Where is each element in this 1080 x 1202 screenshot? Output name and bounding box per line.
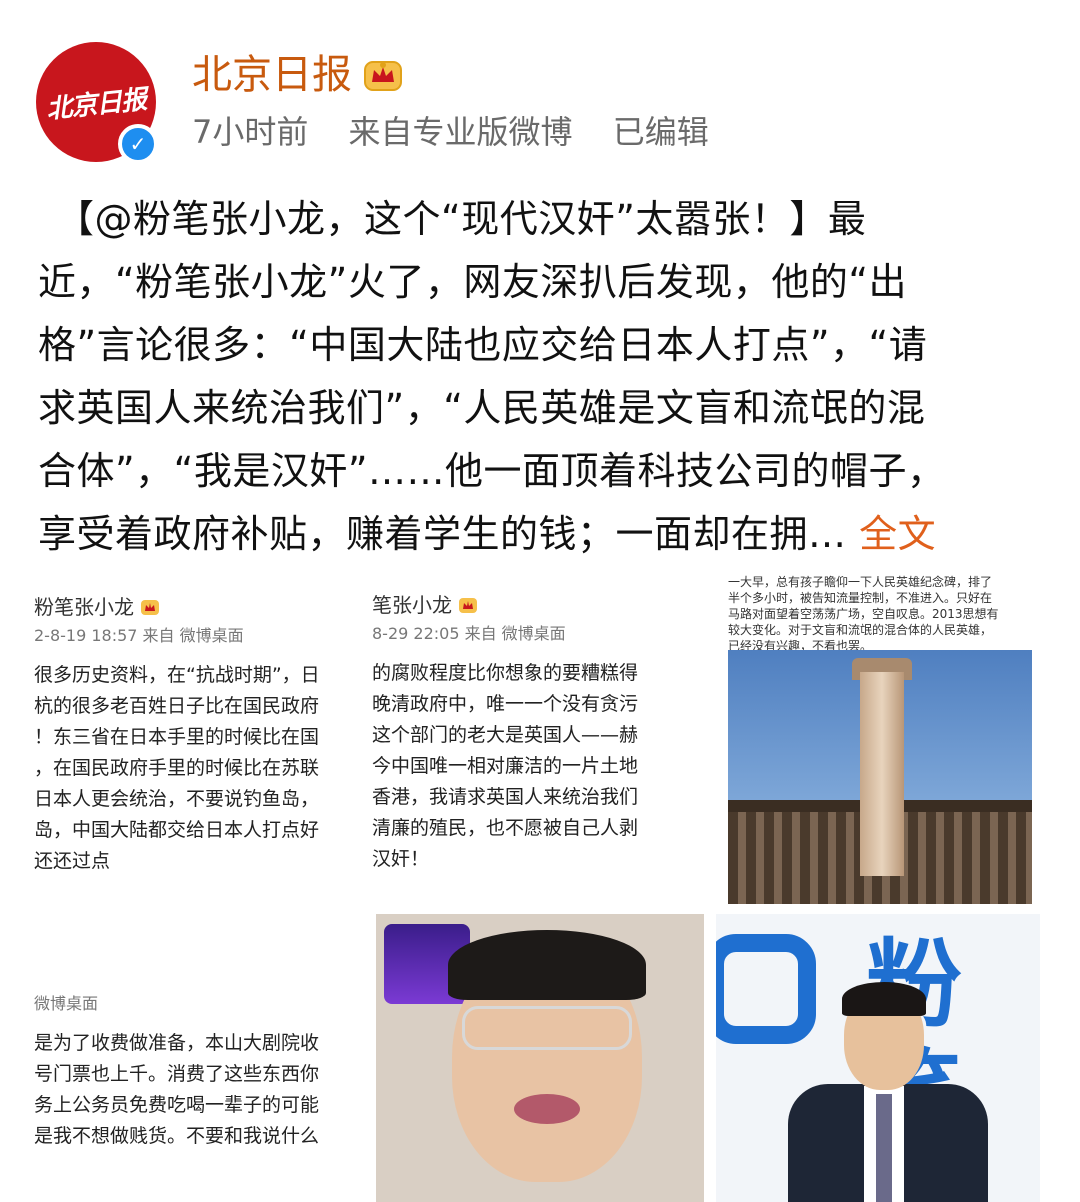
post-line: 合体”，“我是汉奸”……他一面顶着科技公司的帽子， xyxy=(38,449,946,493)
screenshot-meta: 8-29 22:05 来自 微博桌面 xyxy=(372,624,566,643)
screenshot-text: 香港，我请求英国人来统治我们 xyxy=(372,786,639,808)
screenshot-text: ！东三省在日本手里的时候比在国 xyxy=(34,726,320,748)
post-line: 享受着政府补贴，赚着学生的钱；一面却在拥… 全文 xyxy=(38,503,1042,566)
brand-logo-icon xyxy=(716,934,816,1044)
screenshot-text: 务上公务员免费吃喝一辈子的可能 xyxy=(34,1094,320,1116)
full-text-link[interactable]: 全文 xyxy=(859,512,936,556)
screenshot-text: 是我不想做贱货。不要和我说什么 xyxy=(34,1125,320,1147)
image-monument-photo[interactable]: 一大早，总有孩子瞻仰一下人民英雄纪念碑，排了 半个多小时，被告知流量控制，不准进… xyxy=(728,574,1032,904)
post-line: 【@粉笔张小龙，这个“现代汉奸”太嚣张！】最 xyxy=(56,197,867,241)
post-line: 近，“粉笔张小龙”火了，网友深扒后发现，他的“出 xyxy=(38,260,908,304)
screenshot-text: 杭的很多老百姓日子比在国民政府 xyxy=(34,695,320,717)
post-time: 7小时前 xyxy=(192,113,309,151)
screenshot-meta: 2-8-19 18:57 来自 微博桌面 xyxy=(34,626,244,645)
image-person-closeup[interactable] xyxy=(376,914,704,1202)
post-meta: 7小时前 来自专业版微博 已编辑 xyxy=(192,112,729,152)
image-weibo-screenshot-1[interactable]: 粉笔张小龙 2-8-19 18:57 来自 微博桌面 很多历史资料，在“抗战时期… xyxy=(34,592,366,892)
monument-photo xyxy=(728,650,1032,904)
post-header: 北京日报 ✓ 北京日报 7小时前 来自专业版微博 已编辑 xyxy=(36,40,1036,170)
tie xyxy=(876,1094,892,1202)
screenshot-text: 半个多小时，被告知流量控制，不准进入。只好在 xyxy=(728,591,993,605)
crown-badge-icon xyxy=(141,600,159,615)
post-source: 来自专业版微博 xyxy=(348,113,573,151)
monument xyxy=(860,672,904,876)
post-line-text: 享受着政府补贴，赚着学生的钱；一面却在拥… xyxy=(38,512,860,556)
post-body: 【@粉笔张小龙，这个“现代汉奸”太嚣张！】最 近，“粉笔张小龙”火了，网友深扒后… xyxy=(38,188,1042,566)
image-weibo-screenshot-3[interactable]: 微博桌面 是为了收费做准备，本山大剧院收 号门票也上千。消费了这些东西你 务上公… xyxy=(34,990,366,1202)
verified-check-icon: ✓ xyxy=(118,124,158,164)
screenshot-text: ，在国民政府手里的时候比在苏联 xyxy=(34,757,320,779)
screenshot-meta: 微博桌面 xyxy=(34,994,99,1013)
screenshot-text: 的腐败程度比你想象的要糟糕得 xyxy=(372,662,639,684)
screenshot-text: 今中国唯一相对廉洁的一片土地 xyxy=(372,755,639,777)
hair xyxy=(448,930,646,1000)
post-line: 求英国人来统治我们”，“人民英雄是文盲和流氓的混 xyxy=(38,386,926,430)
crown-badge-icon[interactable] xyxy=(362,54,404,94)
hair xyxy=(842,982,926,1016)
screenshot-username: 粉笔张小龙 xyxy=(34,592,366,622)
screenshot-text: 日本人更会统治，不要说钓鱼岛， xyxy=(34,788,320,810)
screenshot-text: 一大早，总有孩子瞻仰一下人民英雄纪念碑，排了 xyxy=(728,575,993,589)
screenshot-text: 还还过点 xyxy=(34,850,111,872)
screenshot-text: 较大变化。对于文盲和流氓的混合体的人民英雄， xyxy=(728,623,993,637)
screenshot-text: 清廉的殖民，也不愿被自己人剥 xyxy=(372,817,639,839)
image-weibo-screenshot-2[interactable]: 笔张小龙 8-29 22:05 来自 微博桌面 的腐败程度比你想象的要糟糕得 晚… xyxy=(372,590,704,900)
screenshot-text: 是为了收费做准备，本山大剧院收 xyxy=(34,1032,320,1054)
screenshot-username-text: 粉笔张小龙 xyxy=(34,595,134,619)
screenshot-text: 汉奸！ xyxy=(372,848,430,870)
mouth xyxy=(514,1094,580,1124)
avatar-logo-text: 北京日报 xyxy=(44,84,148,125)
crown-badge-icon xyxy=(459,598,477,613)
screenshot-text: 很多历史资料，在“抗战时期”，日 xyxy=(34,664,320,686)
screenshot-text: 马路对面望着空荡荡广场，空自叹息。2013思想有 xyxy=(728,607,999,621)
image-grid: 粉笔张小龙 2-8-19 18:57 来自 微博桌面 很多历史资料，在“抗战时期… xyxy=(0,570,1080,1202)
image-person-suit[interactable]: 粉笔 xyxy=(716,914,1040,1202)
account-name[interactable]: 北京日报 xyxy=(192,50,352,100)
screenshot-text: 这个部门的老大是英国人——赫 xyxy=(372,724,639,746)
screenshot-username: 笔张小龙 xyxy=(372,590,704,620)
screenshot-text: 号门票也上千。消费了这些东西你 xyxy=(34,1063,320,1085)
glasses xyxy=(462,1006,632,1050)
screenshot-text: 晚清政府中，唯一一个没有贪污 xyxy=(372,693,639,715)
edited-label[interactable]: 已编辑 xyxy=(613,113,709,151)
screenshot-username-text: 笔张小龙 xyxy=(372,593,452,617)
post-line: 格”言论很多：“中国大陆也应交给日本人打点”，“请 xyxy=(38,323,928,367)
screenshot-text: 岛，中国大陆都交给日本人打点好 xyxy=(34,819,320,841)
